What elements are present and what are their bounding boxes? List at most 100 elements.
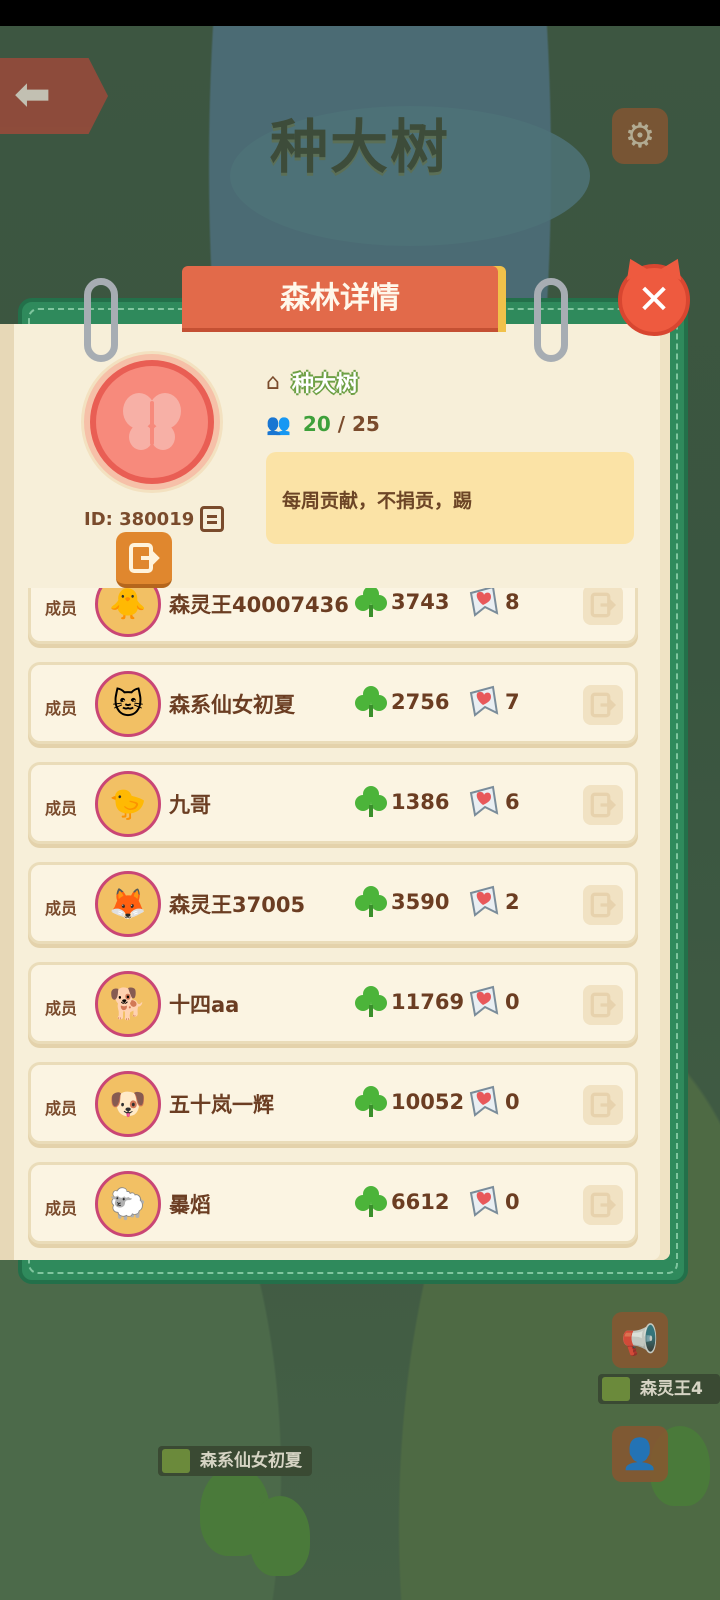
map-player-name: 森系仙女初夏 xyxy=(200,1451,302,1471)
clover-icon xyxy=(355,1086,387,1117)
forest-id: ID: 380019 xyxy=(84,508,195,530)
kick-member-button[interactable] xyxy=(583,885,623,925)
member-count-separator: / xyxy=(337,412,346,436)
member-avatar[interactable]: 🐥 xyxy=(95,588,161,637)
member-contribution: 3743 xyxy=(391,590,450,614)
clover-icon xyxy=(355,786,387,817)
heart-letter-icon xyxy=(469,685,499,717)
member-row[interactable]: 成员 🦊 森灵王37005 3590 2 xyxy=(28,862,638,944)
heart-letter-icon xyxy=(469,785,499,817)
member-rank: 成员 xyxy=(45,999,78,1018)
member-name: 森灵王40007436 xyxy=(169,593,349,617)
member-avatar[interactable]: 🐕 xyxy=(95,971,161,1037)
close-button[interactable]: ✕ xyxy=(618,264,690,336)
member-name: 九哥 xyxy=(169,793,211,817)
exit-icon xyxy=(590,1192,617,1218)
kick-member-button[interactable] xyxy=(583,685,623,725)
member-rank: 成员 xyxy=(45,899,78,918)
member-row[interactable]: 成员 🐤 九哥 1386 6 xyxy=(28,762,638,844)
person-card-icon: 👤 xyxy=(621,1436,659,1472)
member-avatar[interactable]: 🐑 xyxy=(95,1171,161,1237)
member-list[interactable]: 成员 🐥 森灵王40007436 3743 8 成员 🐱 森系仙女初夏 2756… xyxy=(26,588,642,1252)
binder-ring xyxy=(84,278,118,362)
member-likes: 6 xyxy=(505,790,520,814)
member-rank: 成员 xyxy=(45,699,78,718)
map-player-tag[interactable]: 森系仙女初夏 xyxy=(158,1446,312,1476)
share-button[interactable]: 📢 xyxy=(612,1312,668,1368)
exit-icon xyxy=(590,992,617,1018)
close-icon: ✕ xyxy=(637,277,671,323)
heart-letter-icon xyxy=(469,1185,499,1217)
profile-button[interactable]: 👤 xyxy=(612,1426,668,1482)
member-count-row: 👥 20 / 25 xyxy=(266,412,380,436)
kick-member-button[interactable] xyxy=(583,785,623,825)
member-avatar[interactable]: 🦊 xyxy=(95,871,161,937)
kick-member-button[interactable] xyxy=(583,588,623,625)
settings-button[interactable]: ⚙ xyxy=(612,108,668,164)
member-rank: 成员 xyxy=(45,1199,78,1218)
heart-letter-icon xyxy=(469,588,499,617)
members-icon: 👥 xyxy=(266,412,291,436)
member-rank: 成员 xyxy=(45,1099,78,1118)
tree xyxy=(250,1496,310,1576)
forest-name-row: ⌂ 种大树 xyxy=(266,366,358,398)
member-name: 十四aa xyxy=(169,993,240,1017)
member-row[interactable]: 成员 🐶 五十岚一辉 10052 0 xyxy=(28,1062,638,1144)
kick-member-button[interactable] xyxy=(583,1085,623,1125)
exit-icon xyxy=(590,1092,617,1118)
binder-ring xyxy=(534,278,568,362)
copy-icon[interactable] xyxy=(200,506,225,532)
status-bar xyxy=(0,0,720,26)
member-likes: 0 xyxy=(505,1190,520,1214)
member-name: 森灵王37005 xyxy=(169,893,306,917)
member-avatar[interactable]: 🐶 xyxy=(95,1071,161,1137)
clover-icon xyxy=(602,1377,630,1401)
member-count-current: 20 xyxy=(302,412,331,436)
member-contribution: 1386 xyxy=(391,790,450,814)
member-row[interactable]: 成员 🐕 十四aa 11769 0 xyxy=(28,962,638,1044)
heart-letter-icon xyxy=(469,985,499,1017)
member-name: 五十岚一辉 xyxy=(169,1093,274,1117)
member-contribution: 11769 xyxy=(391,990,465,1014)
gear-icon: ⚙ xyxy=(624,116,656,156)
member-row[interactable]: 成员 🐑 㬥熖 6612 0 xyxy=(28,1162,638,1244)
kick-member-button[interactable] xyxy=(583,1185,623,1225)
map-player-name: 森灵王4 xyxy=(640,1379,703,1399)
member-row[interactable]: 成员 🐥 森灵王40007436 3743 8 xyxy=(28,588,638,644)
clover-icon xyxy=(355,686,387,717)
map-player-tag[interactable]: 森灵王4 xyxy=(598,1374,720,1404)
member-avatar[interactable]: 🐱 xyxy=(95,671,161,737)
forest-id-row: ID: 380019 xyxy=(84,506,234,532)
clover-icon xyxy=(355,986,387,1017)
exit-icon xyxy=(590,592,617,618)
exit-icon xyxy=(590,692,617,718)
member-contribution: 2756 xyxy=(391,690,450,714)
member-count-max: 25 xyxy=(352,412,380,436)
forest-emblem xyxy=(84,354,220,490)
paper-strip xyxy=(0,324,14,1260)
clover-icon xyxy=(355,1186,387,1217)
clover-icon xyxy=(355,588,387,617)
member-contribution: 10052 xyxy=(391,1090,465,1114)
forest-notice: 每周贡献，不捐贡，踢 xyxy=(266,452,634,544)
forest-name: 种大树 xyxy=(291,372,358,397)
heart-letter-icon xyxy=(469,885,499,917)
heart-letter-icon xyxy=(469,1085,499,1117)
member-contribution: 6612 xyxy=(391,1190,450,1214)
clover-icon xyxy=(162,1449,190,1473)
clover-icon xyxy=(355,886,387,917)
exit-icon xyxy=(590,792,617,818)
member-name: 㬥熖 xyxy=(169,1193,211,1217)
butterfly-icon xyxy=(96,366,208,478)
megaphone-icon: 📢 xyxy=(621,1322,659,1358)
leave-forest-button[interactable] xyxy=(116,532,172,588)
member-rank: 成员 xyxy=(45,599,78,618)
exit-icon xyxy=(590,892,617,918)
kick-member-button[interactable] xyxy=(583,985,623,1025)
panel-title: 森林详情 xyxy=(182,266,498,332)
member-row[interactable]: 成员 🐱 森系仙女初夏 2756 7 xyxy=(28,662,638,744)
member-likes: 2 xyxy=(505,890,520,914)
member-likes: 0 xyxy=(505,1090,520,1114)
member-avatar[interactable]: 🐤 xyxy=(95,771,161,837)
member-likes: 8 xyxy=(505,590,520,614)
